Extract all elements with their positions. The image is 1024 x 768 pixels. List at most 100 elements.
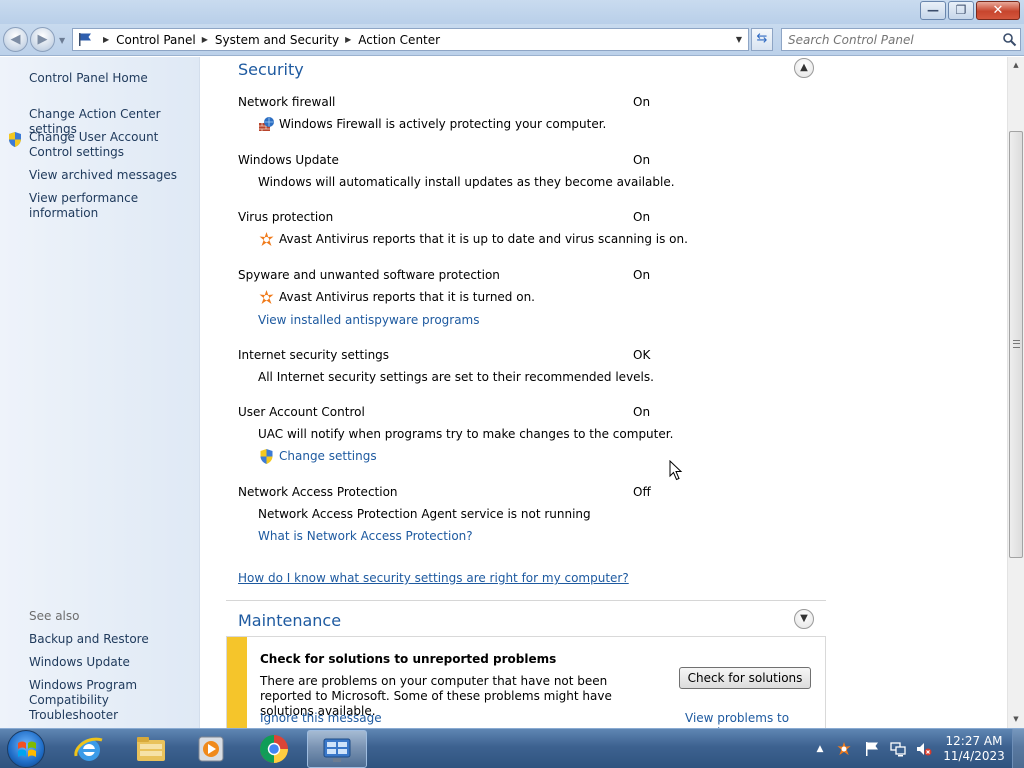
desc-user-account-control: UAC will notify when programs try to mak…: [258, 427, 674, 441]
maintenance-message: Check for solutions to unreported proble…: [226, 636, 826, 728]
back-arrow-icon: ◀: [10, 32, 21, 47]
breadcrumb-control-panel[interactable]: Control Panel: [116, 33, 196, 47]
desc-network-firewall: Windows Firewall is actively protecting …: [279, 117, 607, 131]
maintenance-section-title[interactable]: Maintenance: [238, 611, 341, 630]
refresh-icon: ⇆: [756, 31, 768, 46]
desc-windows-update: Windows will automatically install updat…: [258, 175, 675, 189]
control-panel-home-link[interactable]: Control Panel Home: [29, 71, 148, 86]
view-problems-link[interactable]: View problems to report: [685, 711, 825, 728]
security-section-title[interactable]: Security: [238, 60, 304, 79]
view-archived-messages-link[interactable]: View archived messages: [29, 168, 177, 183]
maintenance-message-title: Check for solutions to unreported proble…: [260, 652, 557, 666]
taskbar-active-window[interactable]: [307, 730, 367, 768]
warning-accent-bar: [227, 637, 247, 728]
desc-internet-security: All Internet security settings are set t…: [258, 370, 654, 384]
avast-tray-icon[interactable]: [836, 741, 852, 757]
item-name-windows-update: Windows Update: [238, 153, 339, 167]
action-center-flag-icon[interactable]: [864, 741, 880, 757]
volume-muted-icon[interactable]: [916, 741, 932, 757]
change-uac-settings-link[interactable]: Change User Account Control settings: [29, 130, 197, 160]
chevron-up-icon: ▲: [800, 62, 808, 73]
breadcrumb-system-and-security[interactable]: System and Security: [215, 33, 339, 47]
refresh-button[interactable]: ⇆: [751, 28, 773, 51]
search-box[interactable]: [781, 28, 1021, 51]
close-icon: ✕: [992, 3, 1004, 18]
mouse-pointer-icon: [669, 460, 683, 481]
ignore-message-link[interactable]: Ignore this message: [260, 711, 382, 725]
item-name-user-account-control: User Account Control: [238, 405, 365, 419]
desc-spyware-protection: Avast Antivirus reports that it is turne…: [279, 290, 535, 304]
security-help-link[interactable]: How do I know what security settings are…: [238, 571, 629, 585]
firewall-icon: [259, 117, 274, 131]
file-explorer-icon[interactable]: [134, 732, 168, 766]
clock-time: 12:27 AM: [945, 734, 1003, 748]
item-name-network-access-protection: Network Access Protection: [238, 485, 398, 499]
breadcrumb-action-center[interactable]: Action Center: [358, 33, 440, 47]
status-virus-protection: On: [633, 210, 651, 224]
control-panel-icon: [323, 738, 351, 762]
action-center-flag-icon: [79, 33, 91, 46]
status-network-access-protection: Off: [633, 485, 651, 499]
compatibility-troubleshooter-link[interactable]: Windows Program Compatibility Troublesho…: [29, 678, 194, 723]
status-internet-security: OK: [633, 348, 651, 362]
desc-virus-protection: Avast Antivirus reports that it is up to…: [279, 232, 688, 246]
status-spyware-protection: On: [633, 268, 651, 282]
forward-button[interactable]: ▶: [30, 27, 55, 52]
network-icon[interactable]: [890, 741, 906, 757]
item-name-internet-security: Internet security settings: [238, 348, 390, 362]
clock-date: 11/4/2023: [943, 749, 1005, 763]
view-antispyware-programs-link[interactable]: View installed antispyware programs: [258, 313, 480, 327]
breadcrumb-arrow-icon[interactable]: ▶: [345, 35, 351, 44]
search-icon[interactable]: [1002, 32, 1017, 47]
what-is-nap-link[interactable]: What is Network Access Protection?: [258, 529, 473, 543]
maintenance-expand-button[interactable]: ▼: [794, 609, 814, 629]
view-performance-information-link[interactable]: View performance information: [29, 191, 199, 221]
avast-icon: [259, 290, 274, 304]
item-name-virus-protection: Virus protection: [238, 210, 334, 224]
uac-change-settings-link[interactable]: Change settings: [279, 449, 377, 463]
windows-update-link[interactable]: Windows Update: [29, 655, 130, 670]
item-name-spyware-protection: Spyware and unwanted software protection: [238, 268, 500, 282]
breadcrumb: ▶ Control Panel ▶ System and Security ▶ …: [97, 29, 440, 50]
item-name-network-firewall: Network firewall: [238, 95, 336, 109]
minimize-icon: —: [927, 3, 939, 17]
see-also-heading: See also: [29, 609, 80, 623]
security-collapse-button[interactable]: ▲: [794, 58, 814, 78]
windows-logo-icon: [18, 741, 36, 757]
left-navigation-pane: Control Panel Home Change Action Center …: [0, 57, 200, 728]
vertical-scrollbar[interactable]: ▲ ▼: [1007, 57, 1024, 728]
scroll-down-icon[interactable]: ▼: [1008, 711, 1024, 728]
uac-shield-icon: [260, 449, 273, 464]
show-desktop-button[interactable]: [1012, 729, 1024, 768]
media-player-icon[interactable]: [194, 732, 228, 766]
title-bar: — ❐ ✕: [0, 0, 1024, 24]
address-bar[interactable]: ▶ Control Panel ▶ System and Security ▶ …: [72, 28, 749, 51]
show-hidden-icons-icon[interactable]: ▲: [812, 741, 828, 757]
check-for-solutions-button[interactable]: Check for solutions: [679, 667, 811, 689]
forward-arrow-icon: ▶: [37, 32, 48, 47]
uac-shield-icon: [9, 132, 21, 147]
start-button[interactable]: [7, 730, 45, 768]
internet-explorer-icon[interactable]: [72, 732, 106, 766]
close-button[interactable]: ✕: [976, 1, 1020, 20]
taskbar: ▲ 12:27 AM 11/4/2023: [0, 728, 1024, 768]
scroll-grip-icon: [1013, 340, 1020, 348]
address-dropdown-icon[interactable]: ▼: [732, 29, 746, 50]
system-clock[interactable]: 12:27 AM 11/4/2023: [938, 734, 1010, 764]
chevron-down-icon: ▼: [800, 613, 808, 624]
avast-icon: [259, 232, 274, 246]
minimize-button[interactable]: —: [920, 1, 946, 20]
status-network-firewall: On: [633, 95, 651, 109]
recent-pages-dropdown[interactable]: ▼: [59, 36, 65, 45]
section-divider: [226, 600, 826, 601]
back-button[interactable]: ◀: [3, 27, 28, 52]
search-input[interactable]: [788, 32, 998, 47]
breadcrumb-arrow-icon[interactable]: ▶: [103, 35, 109, 44]
scroll-up-icon[interactable]: ▲: [1008, 57, 1024, 74]
breadcrumb-arrow-icon[interactable]: ▶: [202, 35, 208, 44]
scroll-thumb[interactable]: [1009, 131, 1023, 558]
chrome-icon[interactable]: [257, 732, 291, 766]
maximize-button[interactable]: ❐: [948, 1, 974, 20]
restore-icon: ❐: [955, 3, 967, 17]
backup-and-restore-link[interactable]: Backup and Restore: [29, 632, 149, 647]
